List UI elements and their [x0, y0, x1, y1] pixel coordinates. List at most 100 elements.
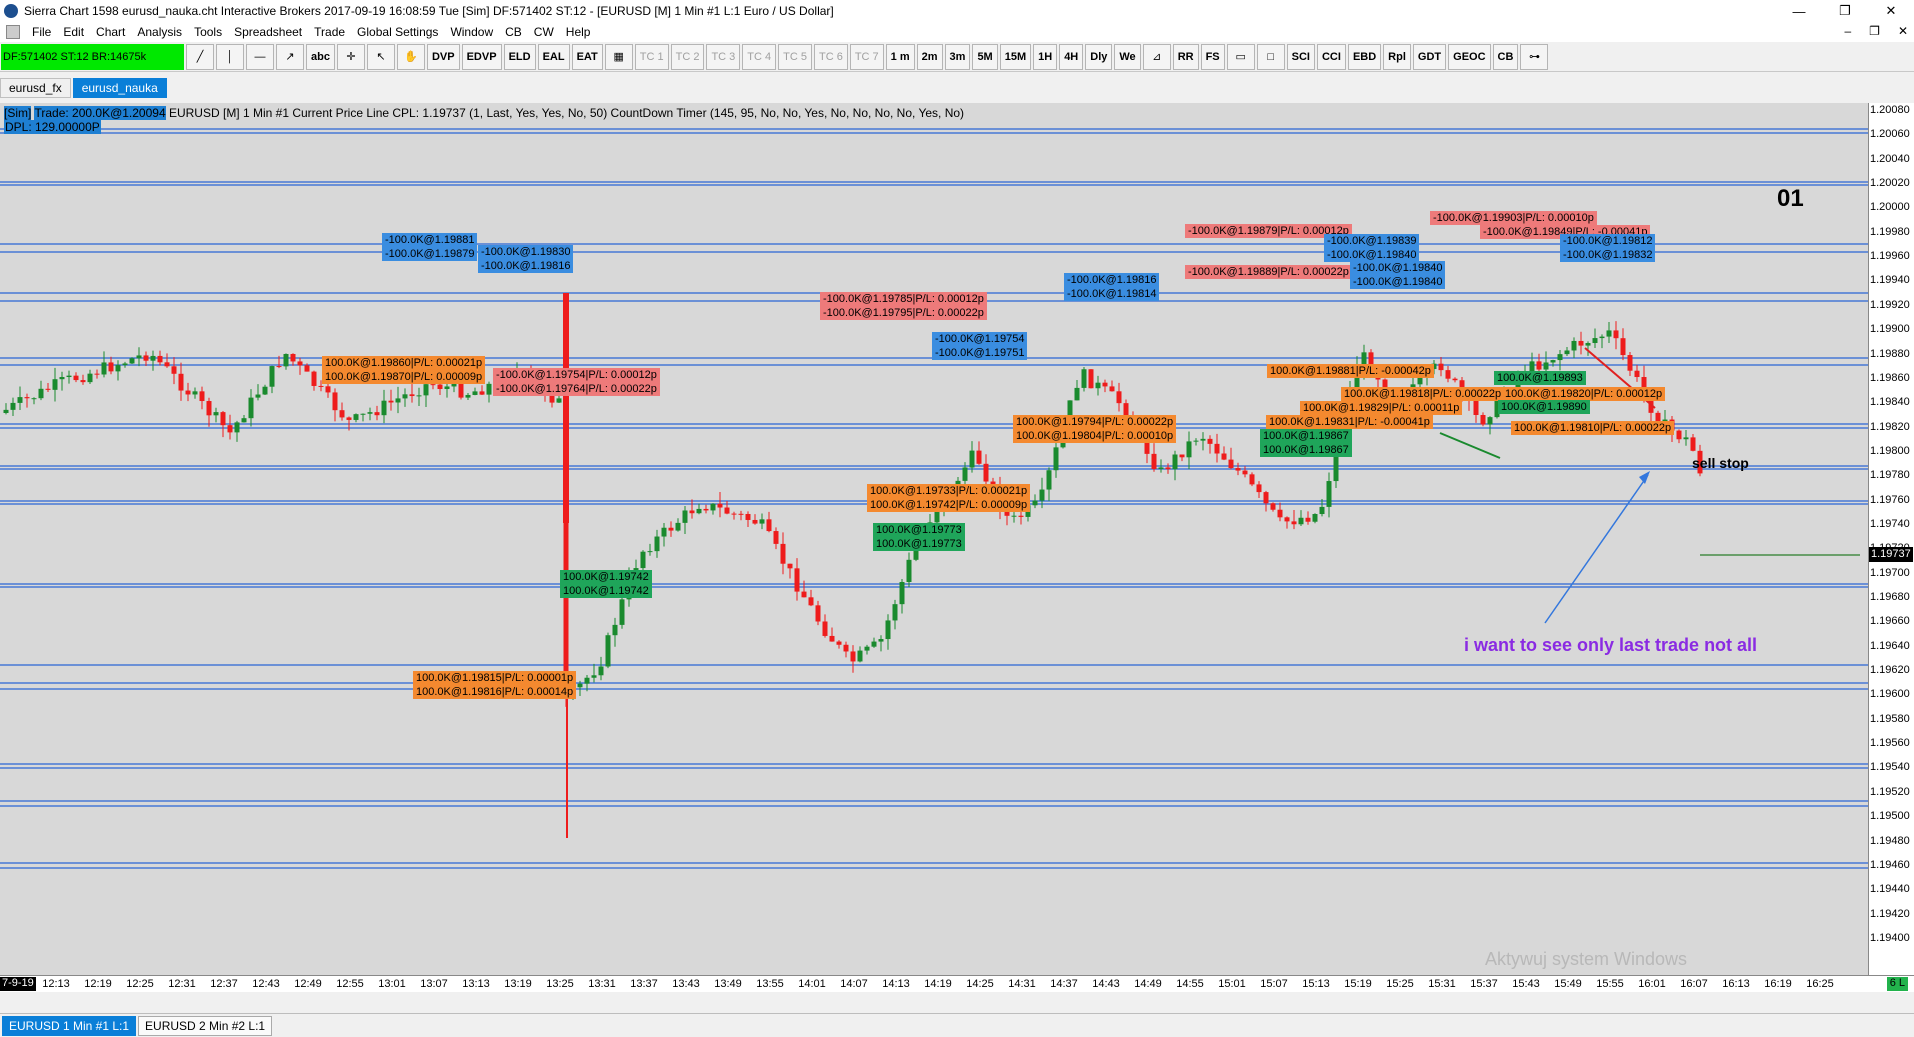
tool-rpl[interactable]: Rpl [1383, 43, 1411, 70]
square-icon[interactable]: □ [1256, 43, 1285, 70]
period-1m[interactable]: 1 m [885, 43, 915, 70]
period-weekly[interactable]: We [1114, 43, 1141, 70]
period-daily[interactable]: Dly [1085, 43, 1113, 70]
period-1h[interactable]: 1H [1033, 43, 1058, 70]
candle-body [1109, 386, 1115, 392]
candle-body [318, 385, 324, 387]
tool-dvp[interactable]: DVP [426, 43, 460, 70]
time-tick-label: 15:01 [1218, 978, 1246, 990]
candle-body [766, 519, 772, 532]
draw-line-icon[interactable]: ╱ [186, 43, 214, 70]
trade-fill-label: 100.0K@1.19820|P/L: 0.00012p [1502, 387, 1666, 401]
candle-body [850, 651, 856, 662]
trade-fill-label: 100.0K@1.19742|P/L: 0.00009p [867, 498, 1031, 512]
candle-body [857, 650, 863, 662]
menu-file[interactable]: File [26, 25, 57, 39]
menu-spreadsheet[interactable]: Spreadsheet [228, 25, 308, 39]
candle-body [1676, 430, 1682, 440]
child-minimize-button[interactable]: – [1844, 24, 1851, 38]
tool-tc3[interactable]: TC 3 [706, 43, 741, 70]
price-axis[interactable]: 1.20080 1.20060 1.20040 1.20020 1.20000 1.199… [1868, 103, 1914, 975]
candle-body [479, 391, 485, 395]
tool-geoc[interactable]: GEOC [1448, 43, 1491, 70]
tool-eat[interactable]: EAT [571, 43, 603, 70]
menu-edit[interactable]: Edit [57, 25, 90, 39]
period-3m[interactable]: 3m [944, 43, 971, 70]
menu-trade[interactable]: Trade [308, 25, 351, 39]
time-tick-label: 14:31 [1008, 978, 1036, 990]
price-tick-label: 1.19580 [1870, 712, 1910, 725]
tab-eurusd-nauka[interactable]: eurusd_nauka [72, 78, 167, 98]
restore-button[interactable]: ❐ [1822, 0, 1868, 22]
horizontal-line-icon[interactable]: — [246, 43, 274, 70]
candle-body [1263, 492, 1269, 504]
tool-ebd[interactable]: EBD [1347, 43, 1382, 70]
tool-tc2[interactable]: TC 2 [670, 43, 705, 70]
tool-tc5[interactable]: TC 5 [778, 43, 812, 70]
pointer-icon[interactable]: ↖ [366, 43, 395, 70]
bottom-tab-eurusd-1min[interactable]: EURUSD 1 Min #1 L:1 [2, 1015, 137, 1036]
tool-tc4[interactable]: TC 4 [742, 43, 777, 70]
time-axis[interactable]: 7-9-19 6 L 12:13 12:19 12:25 12:31 12:37 12:4… [0, 975, 1914, 992]
rectangle-icon[interactable]: ▭ [1226, 43, 1255, 70]
candle-body [1326, 481, 1332, 507]
tool-gdt[interactable]: GDT [1412, 43, 1447, 70]
menu-analysis[interactable]: Analysis [131, 25, 188, 39]
segment-icon[interactable]: ⊶ [1520, 43, 1549, 70]
menu-global-settings[interactable]: Global Settings [351, 25, 444, 39]
crosshair-icon[interactable]: ✛ [336, 43, 365, 70]
period-4h[interactable]: 4H [1059, 43, 1084, 70]
measure-icon[interactable]: ⊿ [1142, 43, 1171, 70]
child-close-button[interactable]: ✕ [1898, 24, 1908, 38]
menu-window[interactable]: Window [444, 25, 499, 39]
candle-body [1683, 437, 1689, 440]
chart-draw-icon[interactable]: ▦ [604, 43, 633, 70]
menu-cb[interactable]: CB [499, 25, 528, 39]
tool-tc1[interactable]: TC 1 [634, 43, 669, 70]
candle-body [1620, 338, 1626, 356]
tool-tc7[interactable]: TC 7 [849, 43, 884, 70]
annotation-arrow-line [1544, 474, 1649, 624]
chart-area[interactable]: [Sim] Trade: 200.0K@1.20094 EURUSD [M] 1… [0, 103, 1868, 975]
period-5m[interactable]: 5M [972, 43, 998, 70]
tool-sci[interactable]: SCI [1286, 43, 1315, 70]
trade-fill-label: 100.0K@1.19816|P/L: 0.00014p [413, 685, 577, 699]
tool-rr[interactable]: RR [1172, 43, 1199, 70]
candle-body [703, 508, 709, 511]
tool-edvp[interactable]: EDVP [461, 43, 502, 70]
tool-cb[interactable]: CB [1492, 43, 1519, 70]
vertical-line-icon[interactable]: │ [216, 43, 244, 70]
minimize-button[interactable]: — [1776, 0, 1822, 22]
menu-cw[interactable]: CW [528, 25, 560, 39]
trade-fill-label: -100.0K@1.19814 [1064, 287, 1160, 301]
menu-tools[interactable]: Tools [188, 25, 228, 39]
price-tick-label: 1.19440 [1870, 883, 1910, 896]
candle-body [745, 513, 751, 520]
candle-body [808, 597, 814, 606]
text-tool-button[interactable]: abc [306, 43, 335, 70]
time-tick-label: 12:25 [126, 978, 154, 990]
time-tick-label: 12:37 [210, 978, 238, 990]
candle-body [1298, 517, 1304, 525]
trade-fill-label: 100.0K@1.19773 [873, 523, 965, 537]
ray-icon[interactable]: ↗ [276, 43, 304, 70]
tab-eurusd-fx[interactable]: eurusd_fx [0, 78, 71, 98]
period-15m[interactable]: 15M [999, 43, 1032, 70]
tool-cci[interactable]: CCI [1316, 43, 1346, 70]
menu-chart[interactable]: Chart [90, 25, 131, 39]
bottom-tab-eurusd-2min[interactable]: EURUSD 2 Min #2 L:1 [138, 1015, 273, 1036]
tool-tc6[interactable]: TC 6 [813, 43, 848, 70]
child-restore-button[interactable]: ❐ [1869, 24, 1880, 38]
price-tick-label: 1.19880 [1870, 347, 1910, 360]
close-button[interactable]: ✕ [1868, 0, 1914, 22]
time-tick-label: 14:01 [798, 978, 826, 990]
period-2m[interactable]: 2m [916, 43, 943, 70]
price-tick-label: 1.19980 [1870, 225, 1910, 238]
menu-help[interactable]: Help [560, 25, 597, 39]
hand-icon[interactable]: ✋ [396, 43, 425, 70]
tool-eld[interactable]: ELD [503, 43, 536, 70]
tool-fs[interactable]: FS [1200, 43, 1225, 70]
tool-eal[interactable]: EAL [537, 43, 570, 70]
candle-body [430, 384, 436, 386]
candle-body [241, 418, 247, 423]
